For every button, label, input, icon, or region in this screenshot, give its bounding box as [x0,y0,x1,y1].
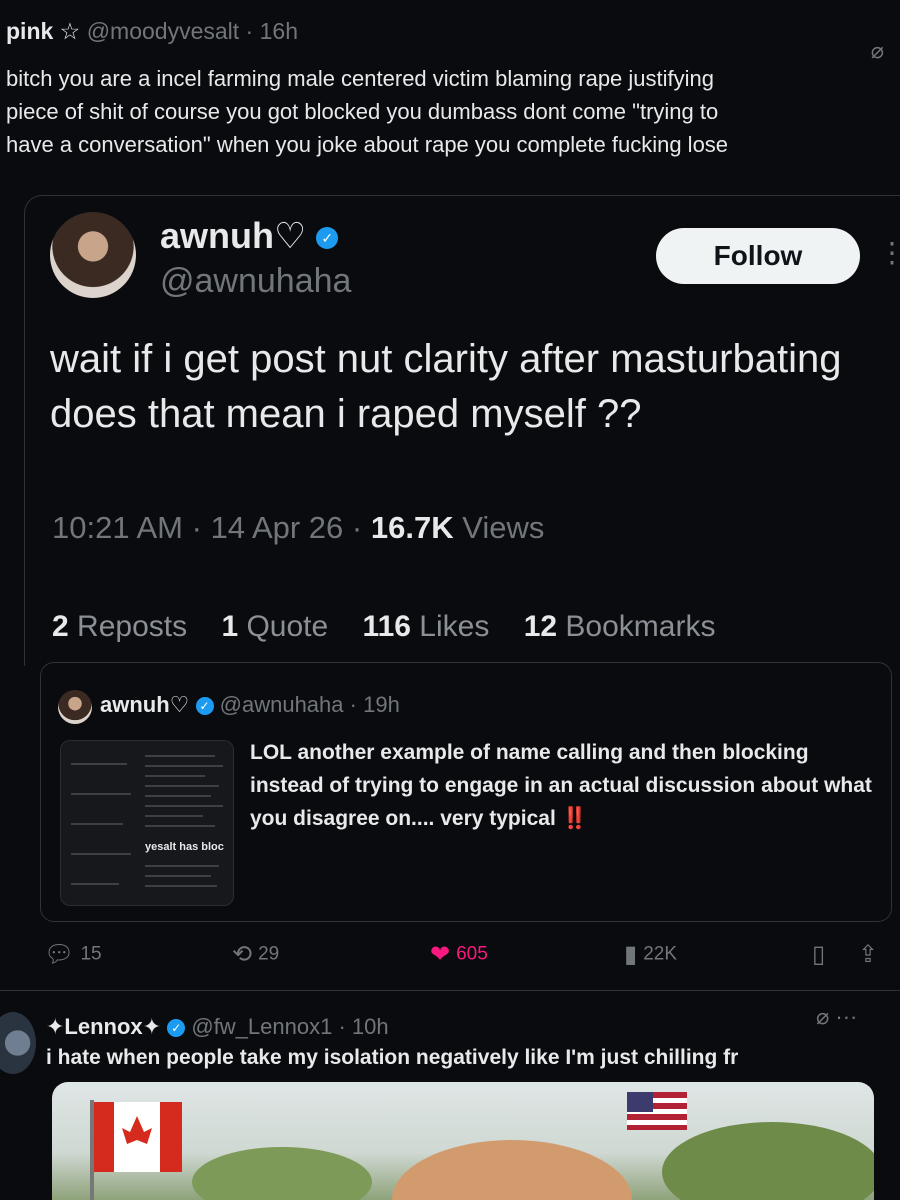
views-button[interactable]: ▮ 22K [624,940,677,969]
media-illustration [90,1092,874,1200]
top-tweet-author-name[interactable]: pink [6,18,53,44]
reposts-count[interactable]: 2 [52,610,69,643]
slash-circle-icon[interactable]: ⌀ [871,38,884,64]
share-icon: ⇪ [858,941,879,968]
heart-icon: ❤ [430,941,451,968]
bar-chart-icon: ▮ [624,941,638,968]
tweet-media-image[interactable] [52,1082,874,1200]
likes-count[interactable]: 116 [363,610,411,643]
views-count-small: 22K [643,943,678,965]
star-icon: ☆ [59,18,81,44]
inner-author-handle[interactable]: @awnuhaha [220,692,344,717]
repost-count: 29 [258,943,280,965]
inner-time[interactable]: 19h [363,692,400,717]
share-button[interactable]: ⇪ [858,940,884,969]
like-count: 605 [456,943,488,965]
top-tweet-text: bitch you are a incel farming male cente… [6,62,900,161]
tweet-time[interactable]: 10:21 AM [52,510,183,545]
avatar[interactable] [50,212,136,298]
divider [0,990,900,991]
quotes-count[interactable]: 1 [221,610,238,643]
bookmark-button[interactable]: ▯ [812,940,831,969]
next-tweet-header: ✦Lennox✦ ✓ @fw_Lennox1 · 10h [46,1014,389,1039]
quoted-author-handle[interactable]: @awnuhaha [160,262,351,301]
top-tweet-line: have a conversation" when you joke about… [6,132,729,157]
top-tweet-header: pink ☆ @moodyvesalt · 16h [6,18,298,44]
quoted-author-name[interactable]: awnuh♡ ✓ [160,215,339,257]
inner-author-name[interactable]: awnuh♡ [100,692,189,717]
quoted-author-name-text: awnuh♡ [160,215,307,256]
tweet-date[interactable]: 14 Apr 26 [211,510,344,545]
tweet-meta: 10:21 AM · 14 Apr 26 · 16.7K Views [52,510,545,545]
thumbnail-text: yesalt has bloc [145,841,224,853]
views-label: Views [462,510,545,545]
top-tweet-line: bitch you are a incel farming male cente… [6,66,714,91]
follow-button[interactable]: Follow [656,228,860,284]
inner-quote-text: LOL another example of name calling and … [250,741,872,830]
inner-avatar[interactable] [58,690,92,724]
more-options-icon[interactable]: ⋮ [878,236,900,269]
top-tweet-line: piece of shit of course you got blocked … [6,99,719,124]
bookmark-icon: ▯ [812,941,826,968]
verified-badge-icon: ✓ [316,227,339,250]
next-author-handle[interactable]: @fw_Lennox1 [191,1014,332,1039]
quotes-label[interactable]: Quote [246,610,328,643]
bookmarks-label[interactable]: Bookmarks [565,610,715,643]
more-options-icon[interactable]: ··· [835,1004,857,1029]
bookmarks-count[interactable]: 12 [524,610,557,643]
reply-count: 15 [80,943,102,965]
verified-badge-icon: ✓ [195,697,214,716]
reposts-label[interactable]: Reposts [77,610,187,643]
next-time[interactable]: 10h [352,1014,389,1039]
engagement-stats: 2 Reposts 1 Quote 116 Likes 12 Bookmarks [52,610,741,644]
reply-button[interactable]: 💬︎ 15 [44,940,102,969]
repost-button[interactable]: ⟲ 29 [232,940,279,969]
verified-badge-icon: ✓ [167,1019,186,1038]
like-button[interactable]: ❤ 605 [430,940,488,969]
quoted-tweet-text: wait if i get post nut clarity after mas… [50,337,842,436]
next-author-name[interactable]: ✦Lennox✦ [46,1014,161,1039]
screenshot-thumbnail[interactable]: yesalt has bloc [60,740,234,906]
reply-icon: 💬︎ [44,941,75,968]
top-tweet-handle[interactable]: @moodyvesalt [87,18,239,44]
next-tweet-text: i hate when people take my isolation neg… [46,1046,739,1069]
next-avatar[interactable] [0,1012,36,1074]
likes-label[interactable]: Likes [419,610,489,643]
slash-circle-icon[interactable]: ⌀ [816,1004,829,1029]
views-count: 16.7K [370,510,454,545]
top-tweet-time[interactable]: 16h [260,18,298,44]
repost-icon: ⟲ [232,941,253,968]
inner-quote-header: awnuh♡ ✓ @awnuhaha · 19h [100,692,400,717]
